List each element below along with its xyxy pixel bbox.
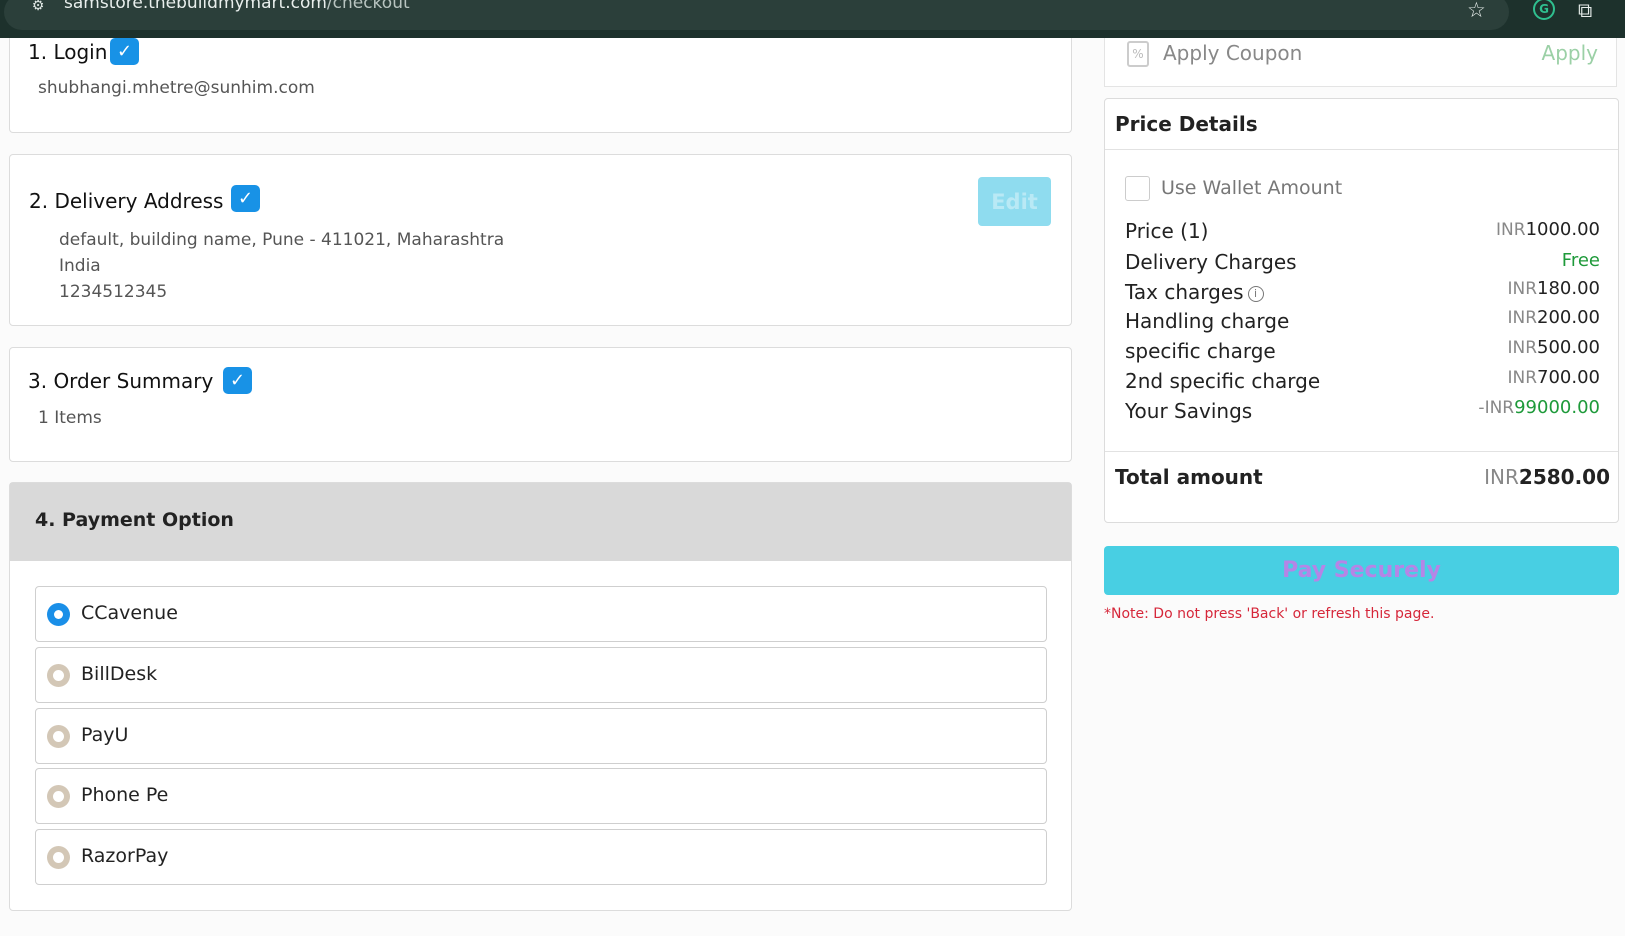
login-email: shubhangi.mhetre@sunhim.com: [38, 78, 315, 98]
payment-warning-note: *Note: Do not press 'Back' or refresh th…: [1104, 606, 1435, 622]
grammarly-extension-icon[interactable]: G: [1533, 0, 1555, 20]
use-wallet-label[interactable]: Use Wallet Amount: [1161, 177, 1342, 199]
payment-option-label: BillDesk: [81, 663, 158, 685]
edit-address-button[interactable]: Edit: [978, 177, 1051, 226]
login-title: 1. Login: [28, 40, 108, 64]
summary-complete-check-icon: ✓: [223, 367, 252, 394]
site-settings-icon[interactable]: ⚙: [24, 0, 52, 18]
payment-header: 4. Payment Option: [10, 483, 1071, 561]
total-amount-value: INR2580.00: [1484, 465, 1610, 489]
info-icon[interactable]: i: [1247, 286, 1264, 302]
apply-coupon-button[interactable]: Apply: [1542, 41, 1598, 65]
address-bar[interactable]: ⚙ samstore.thebuildmymart.com/checkout: [4, 0, 1509, 30]
specific-charge-value: INR500.00: [1507, 337, 1600, 358]
price-row-label: Price (1): [1125, 219, 1209, 243]
login-complete-check-icon: ✓: [110, 38, 139, 65]
payment-option-label: Phone Pe: [81, 784, 169, 806]
payment-option-label: PayU: [81, 724, 129, 746]
payment-option-label: CCavenue: [81, 602, 178, 624]
coupon-tag-icon: %: [1127, 41, 1149, 67]
order-summary-title: 3. Order Summary: [28, 369, 214, 393]
savings-label: Your Savings: [1125, 399, 1253, 423]
payment-option-billdesk[interactable]: BillDesk: [35, 647, 1047, 703]
payment-option-phonepe[interactable]: Phone Pe: [35, 768, 1047, 824]
coupon-section: % Apply Coupon Apply: [1104, 38, 1617, 87]
login-section: 1. Login ✓ shubhangi.mhetre@sunhim.com: [9, 38, 1072, 133]
delivery-address-title: 2. Delivery Address: [29, 189, 224, 213]
radio-unselected-icon[interactable]: [47, 785, 70, 808]
address-line: default, building name, Pune - 411021, M…: [59, 230, 505, 250]
pay-securely-button[interactable]: Pay Securely: [1104, 546, 1619, 595]
apply-coupon-label[interactable]: Apply Coupon: [1163, 41, 1302, 65]
bookmark-star-icon[interactable]: ☆: [1467, 0, 1486, 22]
extensions-puzzle-icon[interactable]: ⧉: [1578, 0, 1592, 22]
delivery-charges-label: Delivery Charges: [1125, 250, 1297, 274]
address-phone: 1234512345: [59, 282, 168, 302]
price-details-card: Price Details Use Wallet Amount Price (1…: [1104, 98, 1619, 523]
radio-unselected-icon[interactable]: [47, 846, 70, 869]
price-details-title: Price Details: [1115, 112, 1258, 136]
divider: [1105, 451, 1618, 452]
radio-unselected-icon[interactable]: [47, 664, 70, 687]
delivery-charges-value: Free: [1561, 250, 1600, 271]
radio-unselected-icon[interactable]: [47, 725, 70, 748]
payment-option-title: 4. Payment Option: [35, 509, 234, 531]
handling-charge-label: Handling charge: [1125, 309, 1290, 333]
payment-option-label: RazorPay: [81, 845, 169, 867]
address-complete-check-icon: ✓: [231, 185, 260, 212]
url-text[interactable]: samstore.thebuildmymart.com/checkout: [64, 0, 410, 13]
price-row-value: INR1000.00: [1496, 219, 1600, 240]
tax-charges-label: Tax charges i: [1125, 280, 1264, 304]
order-item-count: 1 Items: [38, 408, 102, 428]
browser-toolbar: ⚙ samstore.thebuildmymart.com/checkout ☆…: [0, 0, 1625, 38]
payment-option-razorpay[interactable]: RazorPay: [35, 829, 1047, 885]
handling-charge-value: INR200.00: [1507, 307, 1600, 328]
specific-charge-label: specific charge: [1125, 339, 1276, 363]
radio-selected-icon[interactable]: [47, 603, 70, 626]
payment-option-section: 4. Payment Option CCavenue BillDesk PayU…: [9, 482, 1072, 911]
tax-charges-value: INR180.00: [1507, 278, 1600, 299]
url-host: samstore.thebuildmymart.com: [64, 0, 327, 13]
second-specific-charge-value: INR700.00: [1507, 367, 1600, 388]
total-amount-label: Total amount: [1115, 465, 1263, 489]
divider: [1105, 149, 1618, 150]
savings-value: -INR99000.00: [1478, 397, 1600, 418]
url-path: /checkout: [326, 0, 410, 13]
use-wallet-checkbox[interactable]: [1125, 176, 1150, 201]
delivery-address-section: 2. Delivery Address ✓ Edit default, buil…: [9, 154, 1072, 326]
address-country: India: [59, 256, 101, 276]
second-specific-charge-label: 2nd specific charge: [1125, 369, 1321, 393]
payment-option-payu[interactable]: PayU: [35, 708, 1047, 764]
payment-option-ccavenue[interactable]: CCavenue: [35, 586, 1047, 642]
order-summary-section: 3. Order Summary ✓ 1 Items: [9, 347, 1072, 462]
